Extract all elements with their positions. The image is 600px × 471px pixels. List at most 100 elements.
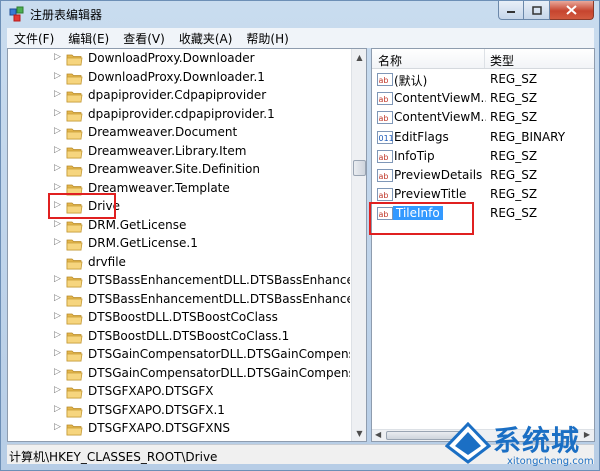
tree-item-label: Dreamweaver.Document bbox=[88, 125, 238, 139]
tree-item[interactable]: ▷ DTSBoostDLL.DTSBoostCoClass.1 bbox=[8, 328, 350, 347]
scroll-thumb[interactable] bbox=[353, 160, 366, 176]
tree-item-label: DTSGFXAPO.DTSGFX bbox=[88, 384, 214, 398]
value-name: PreviewDetails bbox=[394, 168, 483, 182]
close-button[interactable] bbox=[550, 1, 594, 20]
tree-item[interactable]: ▷ Dreamweaver.Site.Definition bbox=[8, 161, 350, 180]
value-name: ContentViewM... bbox=[394, 110, 486, 125]
expand-arrow-icon[interactable]: ▷ bbox=[54, 274, 61, 284]
svg-text:ab: ab bbox=[379, 153, 389, 162]
expand-arrow-icon[interactable]: ▷ bbox=[54, 367, 61, 377]
expand-arrow-icon[interactable]: ▷ bbox=[54, 52, 61, 62]
tree-item[interactable]: ▷ dpapiprovider.cdpapiprovider.1 bbox=[8, 106, 350, 125]
expand-arrow-icon[interactable]: ▷ bbox=[54, 311, 61, 321]
column-separator[interactable] bbox=[484, 49, 485, 68]
tree-item[interactable]: ▷ DownloadProxy.Downloader.1 bbox=[8, 69, 350, 88]
tree-item[interactable]: ▷ DTSGFXAPO.DTSGFX bbox=[8, 383, 350, 402]
watermark: 系统城 xitongcheng.com bbox=[441, 417, 600, 471]
tree-item-label: DownloadProxy.Downloader bbox=[88, 51, 255, 65]
tree-item[interactable]: ▷ DTSGFXAPO.DTSGFXNS bbox=[8, 420, 350, 439]
value-row[interactable]: ab ContentViewM... REG_SZ bbox=[372, 89, 594, 108]
expand-arrow-icon[interactable]: ▷ bbox=[54, 126, 61, 136]
menu-view[interactable]: 查看(V) bbox=[116, 30, 172, 47]
tree-item[interactable]: ▷ DTSGainCompensatorDLL.DTSGainCompensato bbox=[8, 365, 350, 384]
svg-text:011: 011 bbox=[379, 134, 394, 143]
expand-arrow-icon[interactable]: ▷ bbox=[54, 145, 61, 155]
values-pane: 名称 类型 ab (默认) REG_SZ ab ContentViewM... REG_S… bbox=[371, 48, 595, 442]
folder-icon bbox=[66, 350, 83, 362]
highlight-box-drive bbox=[48, 193, 116, 219]
expand-arrow-icon[interactable]: ▷ bbox=[54, 219, 61, 229]
expand-arrow-icon[interactable]: ▷ bbox=[54, 422, 61, 432]
title-bar[interactable]: 注册表编辑器 bbox=[1, 1, 599, 27]
expand-arrow-icon[interactable]: ▷ bbox=[54, 385, 61, 395]
tree-item[interactable]: ▷ dpapiprovider.Cdpapiprovider bbox=[8, 87, 350, 106]
folder-icon bbox=[66, 239, 83, 251]
expand-arrow-icon[interactable]: ▷ bbox=[54, 163, 61, 173]
expand-arrow-icon[interactable]: ▷ bbox=[54, 108, 61, 118]
tree-item-label: drvfile bbox=[88, 254, 126, 269]
expand-arrow-icon[interactable]: ▷ bbox=[54, 404, 61, 414]
value-type: REG_SZ bbox=[490, 148, 538, 163]
binary-value-icon: 011 bbox=[377, 130, 394, 144]
expand-arrow-icon[interactable]: ▷ bbox=[54, 71, 61, 81]
tree-item[interactable]: ▷ DRM.GetLicense.1 bbox=[8, 235, 350, 254]
column-name-header[interactable]: 名称 bbox=[378, 52, 402, 69]
minimize-button[interactable] bbox=[498, 1, 524, 20]
tree-item[interactable]: ▷ DRM.GetLicense bbox=[8, 217, 350, 236]
folder-icon bbox=[66, 221, 83, 232]
tree-item[interactable]: ▷ DownloadProxy.Downloader bbox=[8, 50, 350, 69]
expand-arrow-icon[interactable]: ▷ bbox=[54, 89, 61, 99]
value-row[interactable]: ab ContentViewM... REG_SZ bbox=[372, 108, 594, 127]
tree-item[interactable]: ▷ DTSGFXAPO.DTSGFX.1 bbox=[8, 402, 350, 421]
tree-item[interactable]: ▷ DTSBassEnhancementDLL.DTSBassEnhancemen bbox=[8, 291, 350, 310]
tree-item[interactable]: ▷ DTSGainCompensatorDLL.DTSGainCompensa.1 bbox=[8, 346, 350, 365]
value-type: REG_SZ bbox=[490, 168, 538, 182]
string-value-icon: ab bbox=[377, 169, 393, 182]
scroll-down-arrow-icon[interactable]: ▼ bbox=[352, 425, 367, 441]
tree-item[interactable]: drvfile bbox=[8, 254, 350, 273]
folder-icon bbox=[66, 258, 83, 269]
value-row[interactable]: ab InfoTip REG_SZ bbox=[372, 147, 594, 166]
folder-icon bbox=[66, 276, 83, 288]
svg-text:ab: ab bbox=[379, 76, 389, 85]
maximize-button[interactable] bbox=[524, 1, 550, 20]
svg-text:ab: ab bbox=[379, 172, 389, 181]
folder-icon bbox=[66, 165, 83, 177]
tree-item[interactable]: ▷ DTSBoostDLL.DTSBoostCoClass bbox=[8, 309, 350, 328]
tree-item-label: DRM.GetLicense.1 bbox=[88, 236, 198, 250]
registry-icon bbox=[9, 6, 24, 22]
expand-arrow-icon[interactable]: ▷ bbox=[54, 330, 61, 340]
expand-arrow-icon[interactable]: ▷ bbox=[54, 237, 61, 247]
menu-file[interactable]: 文件(F) bbox=[7, 30, 61, 47]
tree-item[interactable]: ▷ Dreamweaver.Library.Item bbox=[8, 143, 350, 162]
value-row[interactable]: ab PreviewDetails REG_SZ bbox=[372, 166, 594, 185]
value-row[interactable]: ab (默认) REG_SZ bbox=[372, 70, 594, 89]
tree-item-label: Dreamweaver.Site.Definition bbox=[88, 162, 260, 176]
menu-help[interactable]: 帮助(H) bbox=[239, 30, 295, 47]
expand-arrow-icon[interactable]: ▷ bbox=[54, 293, 61, 303]
watermark-logo-icon bbox=[445, 422, 491, 464]
tree-item-label: dpapiprovider.Cdpapiprovider bbox=[88, 88, 267, 102]
scroll-up-arrow-icon[interactable]: ▲ bbox=[352, 49, 367, 65]
svg-text:ab: ab bbox=[379, 191, 389, 200]
tree-item[interactable]: ▷ Dreamweaver.Document bbox=[8, 124, 350, 143]
tree-item-label: DownloadProxy.Downloader.1 bbox=[88, 69, 265, 84]
tree-item[interactable]: ▷ DTSBassEnhancementDLL.DTSBassEnhancem.1 bbox=[8, 272, 350, 291]
column-type-header[interactable]: 类型 bbox=[490, 52, 514, 69]
tree-item-label: DTSBoostDLL.DTSBoostCoClass.1 bbox=[88, 328, 290, 343]
tree-item-label: DTSBassEnhancementDLL.DTSBassEnhancemen bbox=[88, 291, 350, 306]
scroll-left-arrow-icon[interactable]: ◀ bbox=[375, 430, 381, 439]
value-type: REG_SZ bbox=[490, 206, 538, 221]
value-name: (默认) bbox=[394, 74, 428, 88]
expand-arrow-icon[interactable]: ▷ bbox=[54, 348, 61, 358]
key-tree: ▷ DownloadProxy.Downloader ▷ DownloadProxy.… bbox=[8, 49, 350, 441]
value-type: REG_SZ bbox=[490, 187, 538, 202]
menu-edit[interactable]: 编辑(E) bbox=[61, 30, 116, 47]
value-name: InfoTip bbox=[394, 148, 435, 163]
menu-favorites[interactable]: 收藏夹(A) bbox=[172, 30, 240, 47]
expand-arrow-icon[interactable]: ▷ bbox=[54, 182, 61, 192]
close-icon bbox=[566, 5, 577, 15]
window-title: 注册表编辑器 bbox=[30, 8, 103, 22]
value-row[interactable]: 011 EditFlags REG_BINARY bbox=[372, 128, 594, 147]
tree-vertical-scrollbar[interactable]: ▲ ▼ bbox=[351, 49, 366, 441]
